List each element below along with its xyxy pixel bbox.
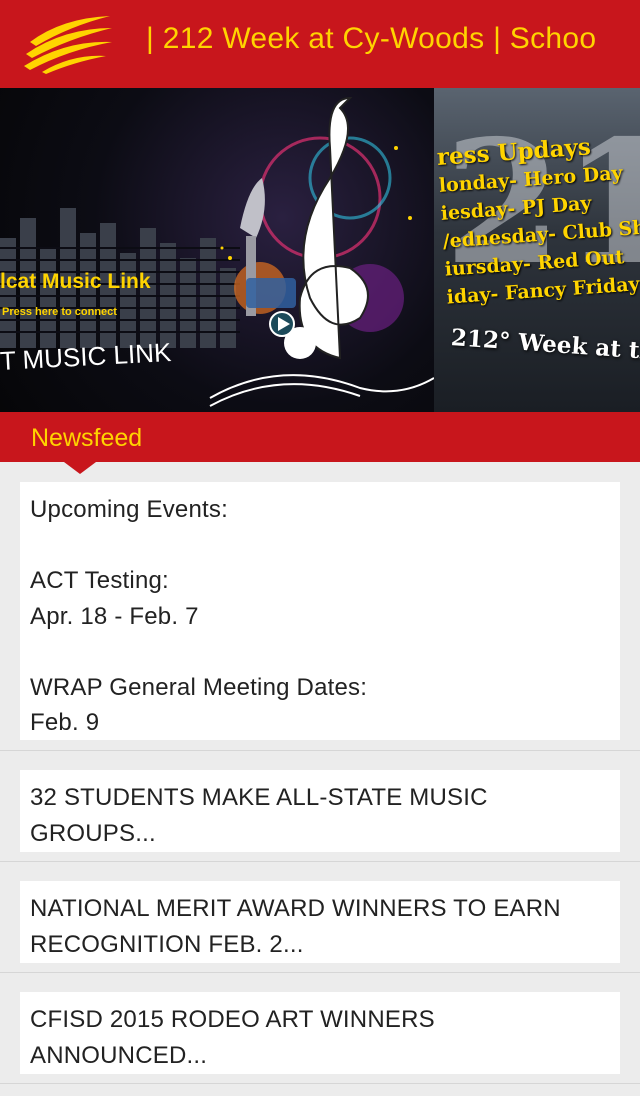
feed-card-text: CFISD 2015 RODEO ART WINNERS ANNOUNCED..…	[30, 1006, 435, 1069]
newsfeed-pointer	[64, 462, 96, 474]
feed-card-text: 32 STUDENTS MAKE ALL-STATE MUSIC GROUPS.…	[30, 784, 488, 847]
dress-up-days-list: ress Updays londay- Hero Day iesday- PJ …	[436, 126, 640, 311]
claw-scratch-logo-icon[interactable]	[22, 12, 114, 74]
feed-card-news[interactable]: 32 STUDENTS MAKE ALL-STATE MUSIC GROUPS.…	[20, 770, 620, 852]
feed-card-text: NATIONAL MERIT AWARD WINNERS TO EARN REC…	[30, 895, 561, 958]
feed-card-upcoming-events[interactable]: Upcoming Events: ACT Testing: Apr. 18 - …	[20, 482, 620, 740]
header-title: | 212 Week at Cy-Woods | Schoo	[146, 22, 597, 55]
feed-divider	[0, 750, 640, 751]
music-link-subtitle: Press here to connect	[2, 306, 117, 318]
212-week-slide[interactable]: 212 ress Updays londay- Hero Day iesday-…	[434, 88, 640, 412]
newsfeed-title: Newsfeed	[31, 424, 143, 452]
feed-card-text: Upcoming Events: ACT Testing: Apr. 18 - …	[30, 496, 368, 736]
treble-clef-art	[209, 96, 434, 407]
feed-divider	[0, 861, 640, 862]
music-link-title: lcat Music Link	[0, 270, 151, 293]
music-link-slide[interactable]: lcat Music Link Press here to connect T …	[0, 88, 434, 412]
feed-divider	[0, 1083, 640, 1084]
banner-carousel[interactable]: lcat Music Link Press here to connect T …	[0, 88, 640, 412]
newsfeed-header: Newsfeed	[0, 412, 640, 462]
feed-divider	[0, 972, 640, 973]
app-header: | 212 Week at Cy-Woods | Schoo	[0, 0, 640, 88]
feed-card-news[interactable]: NATIONAL MERIT AWARD WINNERS TO EARN REC…	[20, 881, 620, 963]
feed-card-news[interactable]: CFISD 2015 RODEO ART WINNERS ANNOUNCED..…	[20, 992, 620, 1074]
